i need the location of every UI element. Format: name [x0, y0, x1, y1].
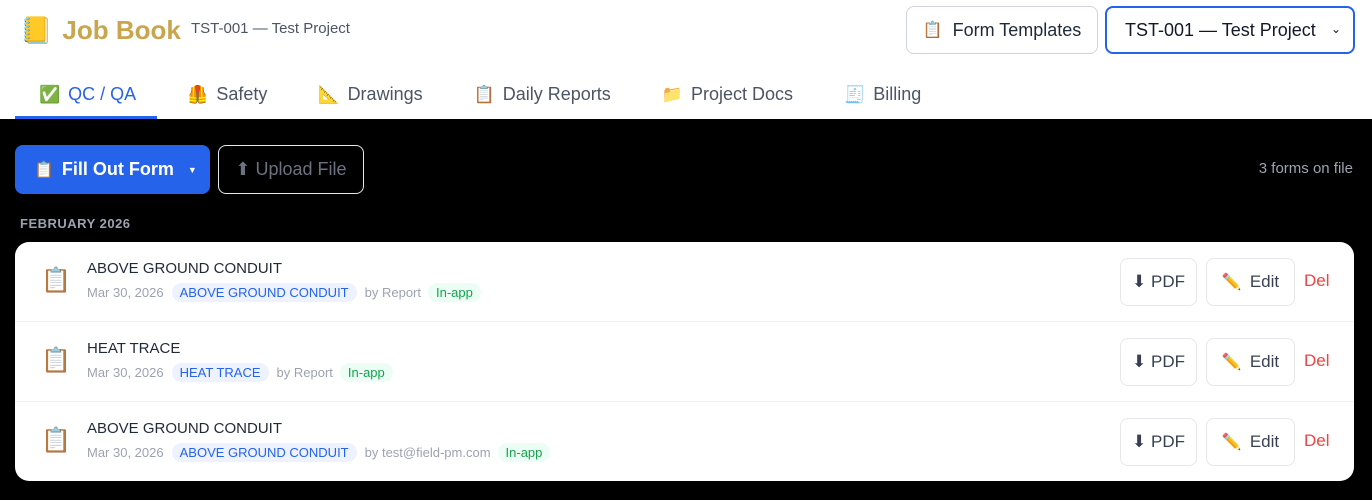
form-date: Mar 30, 2026	[87, 285, 164, 300]
forms-count: 3 forms on file	[1258, 160, 1353, 177]
fill-out-form-button[interactable]: 📋 Fill Out Form ▼	[15, 145, 210, 194]
pdf-label: ⬇ PDF	[1132, 352, 1185, 371]
upload-file-label: ⬆ Upload File	[235, 159, 347, 179]
form-title: ABOVE GROUND CONDUIT	[87, 260, 283, 277]
header: 📒 Job Book TST-001 — Test Project 📋 Form…	[0, 0, 1372, 119]
edit-label: Edit	[1249, 272, 1280, 291]
form-author: by Report	[364, 285, 421, 300]
form-type-badge: HEAT TRACE	[171, 363, 269, 382]
form-meta: Mar 30, 2026 ABOVE GROUND CONDUIT by Rep…	[87, 283, 481, 302]
tab-label: Billing	[873, 84, 922, 104]
triangle-ruler-icon: 📐	[318, 84, 340, 104]
form-source-badge: In-app	[339, 363, 393, 382]
notebook-icon: 📒	[20, 15, 53, 45]
fill-out-form-label: Fill Out Form	[61, 159, 174, 179]
pencil-icon: ✏️	[1221, 274, 1242, 291]
form-type-badge: ABOVE GROUND CONDUIT	[171, 443, 357, 462]
caret-down-icon: ▼	[187, 164, 197, 175]
tab-bar: ✅ QC / QA 🦺 Safety 📐 Drawings 📋 Daily Re…	[15, 70, 948, 119]
form-meta: Mar 30, 2026 ABOVE GROUND CONDUIT by tes…	[87, 443, 551, 462]
delete-button[interactable]: Del	[1304, 351, 1330, 371]
month-header: FEBRUARY 2026	[20, 216, 131, 231]
clipboard-icon: 📋	[41, 427, 71, 454]
form-row[interactable]: 📋 HEAT TRACE Mar 30, 2026 HEAT TRACE by …	[15, 322, 1354, 402]
checkmark-icon: ✅	[39, 84, 61, 104]
pencil-icon: ✏️	[1221, 354, 1242, 371]
tab-label: Drawings	[347, 84, 423, 104]
tab-qc-qa[interactable]: ✅ QC / QA	[15, 70, 158, 119]
form-date: Mar 30, 2026	[87, 445, 164, 460]
form-type-badge: ABOVE GROUND CONDUIT	[171, 283, 357, 302]
pdf-label: ⬇ PDF	[1132, 432, 1185, 451]
clipboard-icon: 📋	[34, 161, 54, 179]
tab-label: Daily Reports	[502, 84, 611, 104]
form-row[interactable]: 📋 ABOVE GROUND CONDUIT Mar 30, 2026 ABOV…	[15, 242, 1354, 322]
download-pdf-button[interactable]: ⬇ PDF	[1120, 338, 1197, 386]
project-select[interactable]: TST-001 — Test Project ⌄	[1105, 6, 1355, 54]
form-source-badge: In-app	[428, 283, 481, 302]
tab-label: Project Docs	[690, 84, 794, 104]
project-subtitle: TST-001 — Test Project	[191, 20, 350, 37]
form-title: HEAT TRACE	[87, 340, 181, 357]
edit-button[interactable]: ✏️ Edit	[1206, 418, 1295, 466]
form-meta: Mar 30, 2026 HEAT TRACE by Report In-app	[87, 363, 393, 382]
form-row[interactable]: 📋 ABOVE GROUND CONDUIT Mar 30, 2026 ABOV…	[15, 402, 1354, 481]
safety-vest-icon: 🦺	[187, 84, 209, 104]
tab-label: QC / QA	[68, 84, 137, 104]
upload-file-button[interactable]: ⬆ Upload File	[218, 145, 364, 194]
clipboard-icon: 📋	[41, 267, 71, 294]
clipboard-icon: 📋	[41, 347, 71, 374]
project-select-value: TST-001 — Test Project	[1125, 19, 1316, 40]
form-templates-label: Form Templates	[952, 19, 1082, 40]
edit-button[interactable]: ✏️ Edit	[1206, 258, 1295, 306]
form-date: Mar 30, 2026	[87, 365, 164, 380]
chevron-down-icon: ⌄	[1330, 22, 1341, 36]
tab-billing[interactable]: 🧾 Billing	[820, 70, 942, 119]
delete-button[interactable]: Del	[1304, 431, 1330, 451]
edit-button[interactable]: ✏️ Edit	[1206, 338, 1295, 386]
form-author: by Report	[276, 365, 333, 380]
form-author: by test@field-pm.com	[364, 445, 491, 460]
tab-safety[interactable]: 🦺 Safety	[163, 70, 288, 119]
download-pdf-button[interactable]: ⬇ PDF	[1120, 418, 1197, 466]
pdf-label: ⬇ PDF	[1132, 272, 1185, 291]
form-title: ABOVE GROUND CONDUIT	[87, 420, 283, 437]
clipboard-icon: 📋	[473, 84, 495, 104]
pencil-icon: ✏️	[1221, 434, 1242, 451]
tab-daily-reports[interactable]: 📋 Daily Reports	[450, 70, 632, 119]
delete-button[interactable]: Del	[1304, 271, 1330, 291]
brand: 📒 Job Book	[20, 14, 181, 46]
edit-label: Edit	[1249, 352, 1280, 371]
folder-icon: 📁	[661, 84, 683, 104]
forms-list: 📋 ABOVE GROUND CONDUIT Mar 30, 2026 ABOV…	[15, 242, 1354, 481]
edit-label: Edit	[1249, 432, 1280, 451]
tab-label: Safety	[216, 84, 268, 104]
tab-project-docs[interactable]: 📁 Project Docs	[638, 70, 814, 119]
form-source-badge: In-app	[497, 443, 551, 462]
app-title: Job Book	[62, 15, 181, 45]
tab-drawings[interactable]: 📐 Drawings	[294, 70, 443, 119]
form-templates-button[interactable]: 📋 Form Templates	[906, 6, 1098, 54]
clipboard-icon: 📋	[922, 22, 943, 39]
download-pdf-button[interactable]: ⬇ PDF	[1120, 258, 1197, 306]
receipt-icon: 🧾	[844, 84, 866, 104]
